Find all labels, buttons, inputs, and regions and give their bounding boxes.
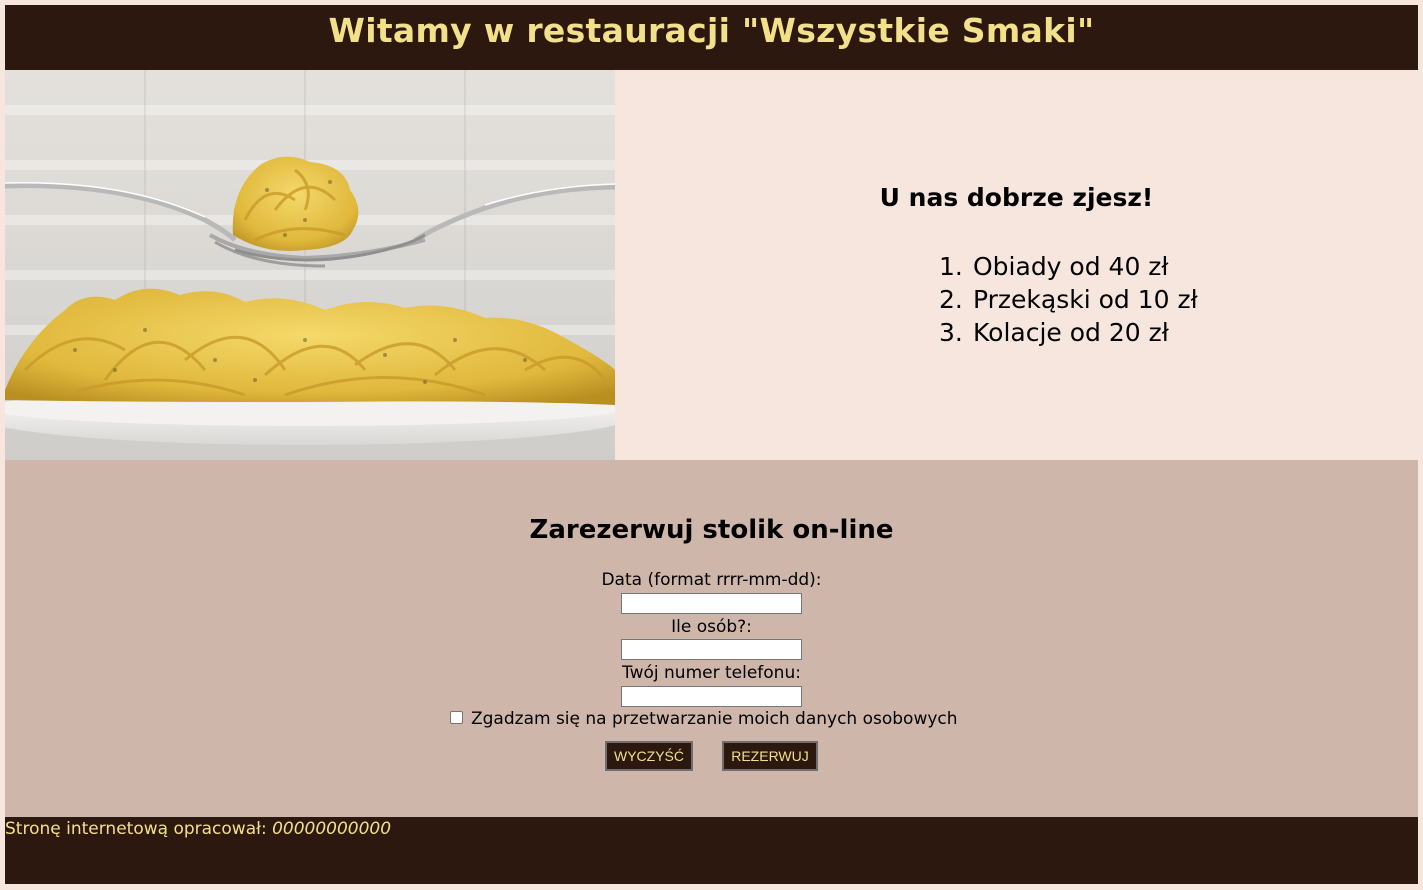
page-title: Witamy w restauracji "Wszystkie Smaki" (328, 11, 1095, 50)
consent-row: Zgadzam się na przetwarzanie moich danyc… (450, 709, 958, 729)
menu-item-label: Obiady od 40 zł (973, 252, 1169, 281)
menu-item-label: Kolacje od 20 zł (973, 318, 1169, 347)
date-input[interactable] (621, 593, 802, 614)
menu-item: 3. Kolacje od 20 zł (939, 316, 1198, 349)
menu-item-number: 3. (939, 318, 963, 347)
phone-input[interactable] (621, 686, 802, 707)
people-input[interactable] (621, 639, 802, 660)
consent-label: Zgadzam się na przetwarzanie moich danyc… (471, 709, 958, 729)
menu-item-number: 1. (939, 252, 963, 281)
date-label: Data (format rrrr-mm-dd): (601, 570, 822, 590)
page: Witamy w restauracji "Wszystkie Smaki" U… (0, 0, 1423, 890)
footer-author: 00000000000 (272, 819, 392, 839)
offer-heading: U nas dobrze zjesz! (879, 183, 1154, 212)
menu-item-number: 2. (939, 285, 963, 314)
menu-list: 1. Obiady od 40 zł 2. Przekąski od 10 zł 3… (939, 250, 1198, 349)
menu-item: 2. Przekąski od 10 zł (939, 283, 1198, 316)
footer-text: Stronę internetową opracował: 0000000000… (5, 817, 1418, 839)
reserve-button[interactable]: REZERWUJ (722, 741, 818, 771)
pasta-photo (5, 70, 615, 460)
consent-checkbox[interactable] (450, 711, 463, 724)
people-label: Ile osób?: (671, 617, 752, 637)
reservation-heading: Zarezerwuj stolik on-line (529, 515, 894, 545)
clear-button[interactable]: WYCZYŚĆ (605, 741, 693, 771)
phone-label: Twój numer telefonu: (622, 663, 801, 683)
footer: Stronę internetową opracował: 0000000000… (5, 817, 1418, 884)
reservation-form: Zarezerwuj stolik on-line Data (format r… (5, 460, 1418, 817)
offer-panel: U nas dobrze zjesz! 1. Obiady od 40 zł 2.… (615, 70, 1418, 460)
footer-prefix: Stronę internetową opracował: (5, 819, 273, 839)
menu-item: 1. Obiady od 40 zł (939, 250, 1198, 283)
header-banner: Witamy w restauracji "Wszystkie Smaki" (5, 5, 1418, 70)
menu-item-label: Przekąski od 10 zł (973, 285, 1198, 314)
